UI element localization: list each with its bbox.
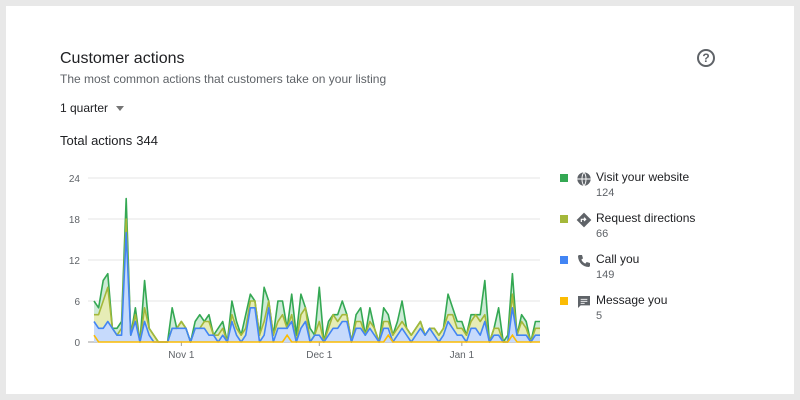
legend-count: 5	[596, 310, 603, 322]
legend-count: 66	[596, 228, 609, 240]
legend-count: 149	[596, 269, 615, 281]
y-tick-label: 0	[74, 338, 80, 349]
y-tick-label: 24	[69, 174, 81, 185]
y-tick-label: 18	[69, 215, 81, 226]
legend-label: Visit your website	[596, 170, 690, 184]
y-tick-label: 6	[74, 297, 80, 308]
legend-swatch	[560, 215, 568, 223]
x-tick-label: Nov 1	[168, 350, 195, 361]
legend-item-call-you: Call you 149	[560, 252, 760, 292]
message-icon	[578, 296, 590, 308]
globe-icon	[577, 172, 591, 186]
legend-swatch	[560, 174, 568, 182]
legend-item-visit-website: Visit your website 124	[560, 170, 760, 210]
legend-label: Request directions	[596, 211, 696, 225]
legend-count: 124	[596, 187, 615, 199]
legend-item-message-you: Message you 5	[560, 293, 760, 333]
legend-label: Message you	[596, 293, 668, 307]
legend-swatch	[560, 256, 568, 264]
legend-label: Call you	[596, 252, 640, 266]
directions-icon	[576, 212, 592, 228]
x-tick-label: Jan 1	[450, 350, 475, 361]
legend-item-request-directions: Request directions 66	[560, 211, 760, 251]
legend-swatch	[560, 297, 568, 305]
x-tick-label: Dec 1	[306, 350, 333, 361]
y-tick-label: 12	[69, 256, 81, 267]
phone-icon	[578, 255, 590, 267]
